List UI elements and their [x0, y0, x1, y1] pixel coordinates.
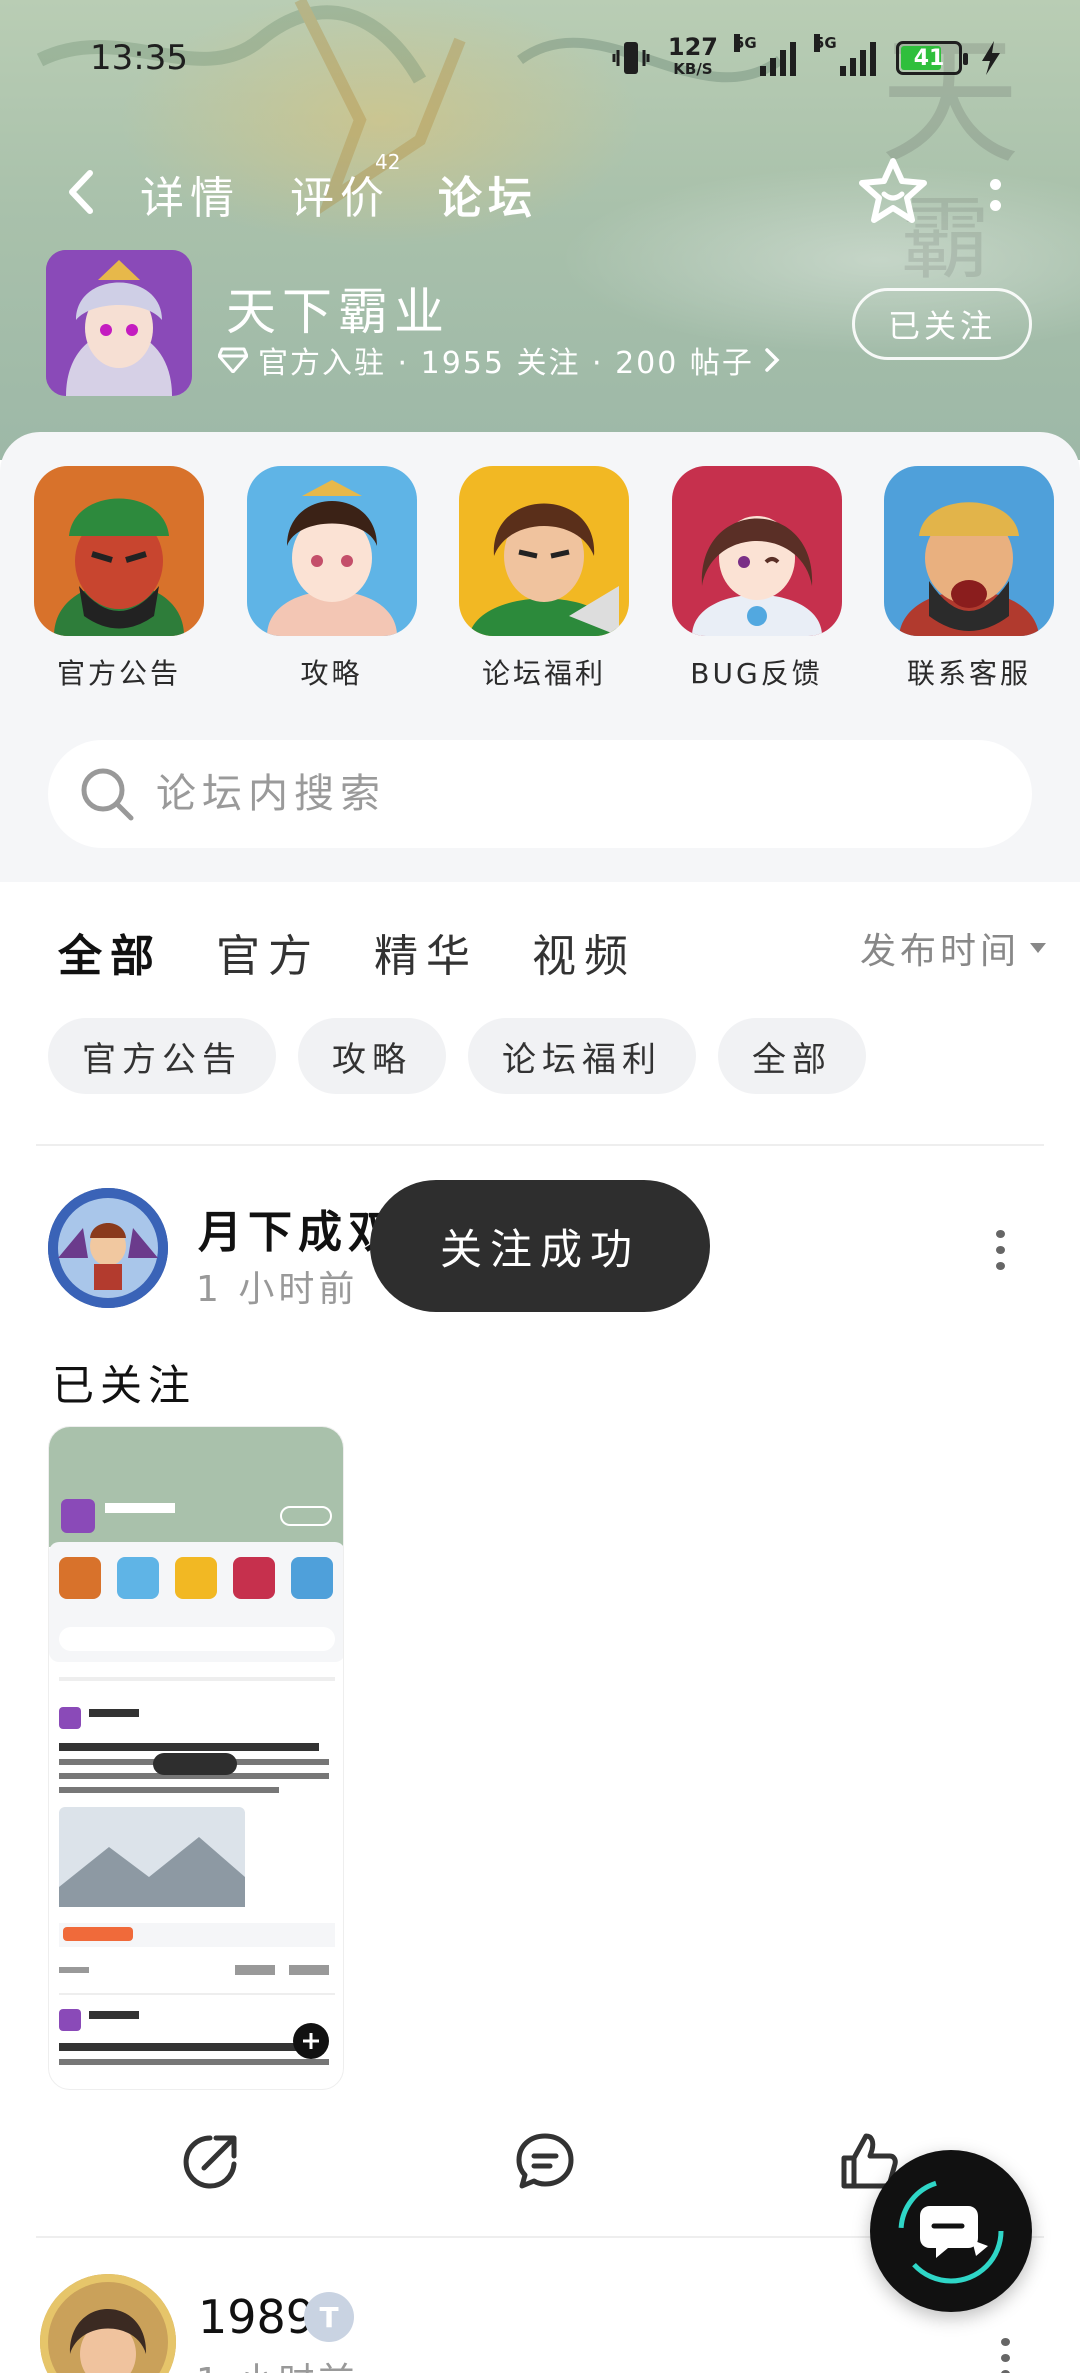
comment-icon[interactable]: [514, 2130, 576, 2192]
toast-message: 关注成功: [370, 1180, 710, 1312]
girl-wink-avatar-icon: [671, 466, 842, 636]
game-info: 天下霸业 官方入驻 · 1955 关注 · 200 帖子 已关注: [46, 250, 1046, 400]
game-avatar: [46, 250, 192, 396]
author-avatar-image: [48, 1188, 168, 1308]
forum-search-bar[interactable]: [48, 740, 1032, 848]
post-time: 1 小时前: [196, 1269, 359, 1310]
back-button[interactable]: [56, 162, 106, 222]
review-count-badge: 42: [375, 150, 401, 174]
caret-down-icon: [1030, 943, 1046, 953]
search-input[interactable]: [156, 771, 956, 817]
screenshot-thumbnail: [49, 1427, 343, 2065]
shortcut-label: BUG反馈: [690, 657, 823, 690]
game-title: 天下霸业: [226, 283, 450, 341]
author-avatar-image: [40, 2274, 176, 2373]
post-content: 已关注: [52, 1361, 197, 1410]
shortcut-contact-support[interactable]: 联系客服: [884, 466, 1054, 692]
post-more-button[interactable]: [990, 2338, 1020, 2373]
shortcut-label: 攻略: [300, 657, 363, 690]
share-icon[interactable]: [180, 2130, 242, 2192]
post-filters: 全部 官方 精华 视频 发布时间 官方公告 攻略 论坛福利 全部: [0, 882, 1080, 1146]
chip-forum-welfare[interactable]: 论坛福利: [468, 1018, 696, 1094]
zhang-fei-avatar-icon: [884, 466, 1054, 636]
filter-tab-all[interactable]: 全部: [58, 920, 162, 986]
divider: [36, 1144, 1044, 1146]
favorite-button[interactable]: [858, 156, 928, 226]
chevron-right-icon: [765, 348, 780, 372]
guan-yu-avatar-icon: [34, 466, 204, 636]
game-character-image: [46, 250, 192, 396]
diamond-icon: [218, 347, 248, 373]
chip-official-notice[interactable]: 官方公告: [48, 1018, 276, 1094]
top-navigation: 详情 评价 42 论坛: [0, 150, 1080, 240]
follow-button[interactable]: 已关注: [852, 288, 1032, 360]
status-time: 13:35: [90, 38, 188, 78]
chat-bubble-icon: [898, 2178, 1004, 2284]
shortcut-label: 联系客服: [906, 657, 1031, 690]
star-face-icon: [859, 158, 927, 223]
game-meta[interactable]: 官方入驻 · 1955 关注 · 200 帖子: [218, 338, 780, 382]
shortcut-bug-report[interactable]: BUG反馈: [671, 466, 842, 692]
post-time: 1 小时前: [196, 2352, 358, 2373]
filter-tab-official[interactable]: 官方: [216, 920, 320, 984]
shortcut-label: 官方公告: [56, 657, 181, 690]
filter-tab-featured[interactable]: 精华: [374, 920, 478, 984]
search-icon: [81, 768, 134, 821]
chat-fab-button[interactable]: [870, 2150, 1032, 2312]
battery-icon: 41: [896, 41, 968, 75]
tab-details[interactable]: 详情: [140, 162, 240, 226]
shortcut-official-notice[interactable]: 官方公告: [34, 466, 204, 692]
zhao-yun-avatar-icon: [459, 466, 629, 636]
author-avatar[interactable]: [48, 1188, 168, 1308]
charging-icon: [982, 41, 1000, 75]
post-image[interactable]: [48, 1426, 344, 2090]
chip-guides[interactable]: 攻略: [298, 1018, 446, 1094]
sort-dropdown[interactable]: 发布时间: [860, 922, 1046, 974]
status-bar: 13:35 127 KB/S 5G 5G 41: [0, 0, 1080, 124]
signal-sim2-icon: 5G: [814, 34, 878, 76]
tab-forum[interactable]: 论坛: [438, 162, 538, 230]
shortcut-guides[interactable]: 攻略: [246, 466, 417, 692]
chevron-left-icon: [69, 170, 93, 214]
diao-chan-avatar-icon: [246, 466, 417, 636]
shortcut-label: 论坛福利: [481, 657, 606, 690]
shortcut-row: 官方公告 攻略 论坛福利 BUG反馈 联系客服: [34, 466, 1054, 692]
net-speed: 127 KB/S: [667, 33, 718, 78]
vibrate-icon: [612, 42, 650, 74]
level-badge: T: [304, 2292, 354, 2342]
author-avatar[interactable]: [40, 2274, 176, 2373]
more-options-button[interactable]: [975, 170, 1015, 220]
forum-panel: 官方公告 攻略 论坛福利 BUG反馈 联系客服: [0, 432, 1080, 882]
status-icons: 127 KB/S 5G 5G 41: [612, 33, 1002, 80]
shortcut-forum-welfare[interactable]: 论坛福利: [459, 466, 629, 692]
category-chips: 官方公告 攻略 论坛福利 全部: [48, 1018, 866, 1094]
author-name[interactable]: 1989: [198, 2290, 315, 2344]
signal-sim1-icon: 5G: [734, 34, 798, 76]
author-name[interactable]: 月下成双: [198, 1196, 398, 1260]
chip-all[interactable]: 全部: [718, 1018, 866, 1094]
filter-tab-video[interactable]: 视频: [532, 920, 636, 984]
post-more-button[interactable]: [985, 1230, 1015, 1270]
